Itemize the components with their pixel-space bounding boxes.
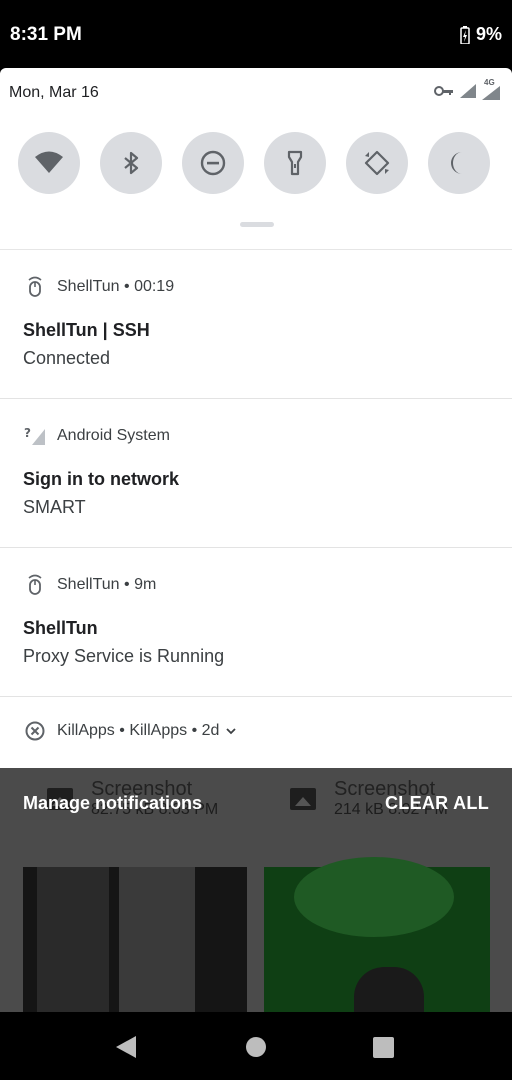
flashlight-icon: [287, 150, 303, 176]
home-icon[interactable]: [246, 1037, 266, 1057]
separator-dot: •: [187, 722, 202, 739]
rotate-tile[interactable]: [346, 132, 408, 194]
qs-tiles: [18, 132, 490, 194]
signal-4g-icon: [482, 86, 500, 100]
signal-icon: [460, 84, 476, 98]
notification-header: ? Android System: [0, 425, 170, 447]
notification-header: KillApps • KillApps • 2d: [0, 720, 237, 742]
notification-time: 9m: [134, 576, 157, 593]
notification-title: ShellTun | SSH: [23, 320, 150, 340]
notification-text: Connected: [23, 348, 111, 368]
night-mode-tile[interactable]: [428, 132, 490, 194]
auto-rotate-icon: [364, 150, 390, 176]
quick-settings: Mon, Mar 16 4G: [0, 68, 512, 250]
separator-dot: •: [119, 576, 135, 593]
notification-item[interactable]: ShellTun • 00:19 ShellTun | SSH Connecte…: [0, 250, 512, 399]
separator-dot: •: [119, 278, 135, 295]
back-icon[interactable]: [116, 1036, 136, 1058]
shelltun-app-icon: [24, 574, 46, 596]
recents-icon[interactable]: [373, 1037, 394, 1058]
notification-header: ShellTun • 00:19: [0, 276, 174, 298]
notification-header: ShellTun • 9m: [0, 574, 156, 596]
notification-text: Proxy Service is Running: [23, 646, 225, 666]
bluetooth-tile[interactable]: [100, 132, 162, 194]
wifi-tile[interactable]: [18, 132, 80, 194]
shade-footer: Manage notifications CLEAR ALL: [0, 768, 512, 842]
network-type-label: 4G: [484, 78, 495, 87]
notification-title: Sign in to network: [23, 469, 179, 489]
notification-app-name: Android System: [57, 427, 170, 444]
bg-thumbnail: [264, 857, 490, 1012]
signal-question-icon: ?: [24, 425, 46, 447]
bg-thumbnail: [23, 867, 247, 1012]
battery-charging-icon: [460, 25, 470, 44]
battery-percent: 9%: [475, 24, 502, 44]
vpn-key-icon: [434, 86, 453, 96]
bluetooth-icon: [124, 151, 139, 175]
navigation-bar: [0, 1012, 512, 1080]
notification-item[interactable]: ? Android System Sign in to network SMAR…: [0, 399, 512, 548]
notification-title: ShellTun: [23, 618, 98, 638]
chevron-down-icon[interactable]: [225, 725, 237, 737]
notification-subtext: KillApps: [129, 722, 188, 739]
qs-status-icons: 4G: [434, 78, 502, 100]
killapps-app-icon: [24, 720, 46, 742]
date-label[interactable]: Mon, Mar 16: [9, 84, 99, 102]
notification-shade: Mon, Mar 16 4G ShellTun • 00:19 ShellTun…: [0, 68, 512, 768]
status-right: 9%: [460, 24, 502, 45]
notification-app-name: ShellTun: [57, 576, 120, 593]
wifi-icon: [35, 151, 63, 173]
svg-text:?: ?: [24, 426, 31, 440]
manage-notifications-button[interactable]: Manage notifications: [23, 793, 202, 814]
do-not-disturb-icon: [200, 150, 226, 176]
notification-time: 00:19: [134, 278, 175, 295]
notification-item[interactable]: ShellTun • 9m ShellTun Proxy Service is …: [0, 548, 512, 697]
status-time: 8:31 PM: [10, 24, 82, 45]
flashlight-tile[interactable]: [264, 132, 326, 194]
dnd-tile[interactable]: [182, 132, 244, 194]
notification-app-name: KillApps: [57, 722, 115, 739]
notification-item[interactable]: KillApps • KillApps • 2d: [0, 697, 512, 767]
shelltun-app-icon: [24, 276, 46, 298]
separator-dot: •: [114, 722, 130, 739]
notification-app-name: ShellTun: [57, 278, 120, 295]
night-mode-icon: [451, 152, 462, 174]
clear-all-button[interactable]: CLEAR ALL: [385, 793, 489, 814]
status-bar: 8:31 PM 9%: [0, 0, 512, 68]
notification-text: SMART: [23, 497, 86, 517]
notification-time: 2d: [201, 722, 220, 739]
drag-handle[interactable]: [240, 222, 274, 227]
